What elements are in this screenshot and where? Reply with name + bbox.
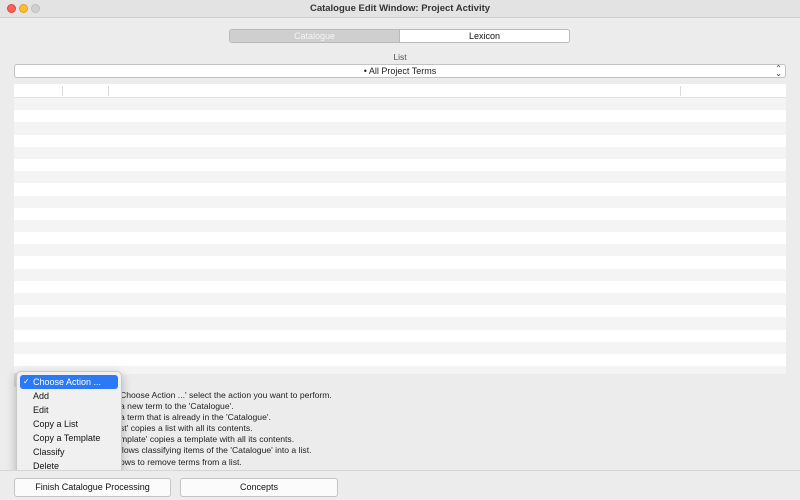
- finish-catalogue-processing-button[interactable]: Finish Catalogue Processing: [14, 478, 171, 497]
- action-menu: ✓ Choose Action ... Add Edit Copy a List…: [16, 371, 122, 475]
- help-line: llows classifying items of the 'Catalogu…: [120, 445, 312, 456]
- checkmark-icon: ✓: [23, 377, 30, 386]
- column-divider[interactable]: [108, 86, 109, 96]
- table-row[interactable]: [14, 305, 786, 318]
- action-help-text: Choose Action ...' select the action you…: [120, 390, 332, 468]
- title-bar: Catalogue Edit Window: Project Activity: [0, 0, 800, 18]
- concepts-button[interactable]: Concepts: [180, 478, 338, 497]
- table-row[interactable]: [14, 293, 786, 306]
- table-row[interactable]: [14, 329, 786, 342]
- table-row[interactable]: [14, 110, 786, 123]
- bottom-toolbar: Finish Catalogue Processing Concepts: [0, 470, 800, 500]
- table-row[interactable]: [14, 353, 786, 367]
- table-row[interactable]: [14, 98, 786, 111]
- table-row[interactable]: [14, 134, 786, 147]
- tab-lexicon[interactable]: Lexicon: [400, 30, 569, 42]
- table-row[interactable]: [14, 146, 786, 159]
- tab-catalogue[interactable]: Catalogue: [230, 30, 400, 42]
- list-select-value: • All Project Terms: [363, 66, 437, 76]
- menu-item-copy-list[interactable]: Copy a List: [20, 417, 118, 431]
- table-row[interactable]: [14, 244, 786, 257]
- table-row[interactable]: [14, 195, 786, 208]
- menu-item-classify[interactable]: Classify: [20, 445, 118, 459]
- table-rows: [14, 98, 786, 374]
- list-select[interactable]: • All Project Terms ⌃ ⌄: [14, 64, 786, 78]
- table-row[interactable]: [14, 280, 786, 293]
- table-row[interactable]: [14, 171, 786, 184]
- table-row[interactable]: [14, 268, 786, 281]
- terms-table[interactable]: [14, 84, 786, 374]
- column-divider[interactable]: [62, 86, 63, 96]
- table-row[interactable]: [14, 232, 786, 245]
- window-title: Catalogue Edit Window: Project Activity: [309, 3, 491, 14]
- table-row[interactable]: [14, 317, 786, 330]
- help-line: st' copies a list with all its contents.: [120, 423, 253, 434]
- table-row[interactable]: [14, 183, 786, 196]
- menu-item-choose-action[interactable]: ✓ Choose Action ...: [20, 375, 118, 389]
- table-row[interactable]: [14, 366, 786, 374]
- chevron-updown-icon: ⌃ ⌄: [775, 64, 782, 78]
- menu-item-edit[interactable]: Edit: [20, 403, 118, 417]
- help-line: a new term to the 'Catalogue'.: [120, 401, 234, 412]
- help-line: ows to remove terms from a list.: [120, 456, 242, 467]
- help-line: Choose Action ...' select the action you…: [120, 390, 332, 400]
- table-row[interactable]: [14, 122, 786, 135]
- table-header: [14, 84, 786, 98]
- menu-item-label: Choose Action ...: [33, 377, 102, 387]
- column-divider[interactable]: [680, 86, 681, 96]
- table-row[interactable]: [14, 256, 786, 269]
- table-row[interactable]: [14, 158, 786, 172]
- help-line: a term that is already in the 'Catalogue…: [120, 412, 271, 423]
- view-segmented-control: Catalogue Lexicon: [229, 29, 570, 43]
- table-row[interactable]: [14, 219, 786, 233]
- menu-item-add[interactable]: Add: [20, 389, 118, 403]
- list-label: List: [393, 52, 407, 62]
- help-line: mplate' copies a template with all its c…: [120, 434, 295, 445]
- table-row[interactable]: [14, 341, 786, 354]
- menu-item-copy-template[interactable]: Copy a Template: [20, 431, 118, 445]
- table-row[interactable]: [14, 207, 786, 220]
